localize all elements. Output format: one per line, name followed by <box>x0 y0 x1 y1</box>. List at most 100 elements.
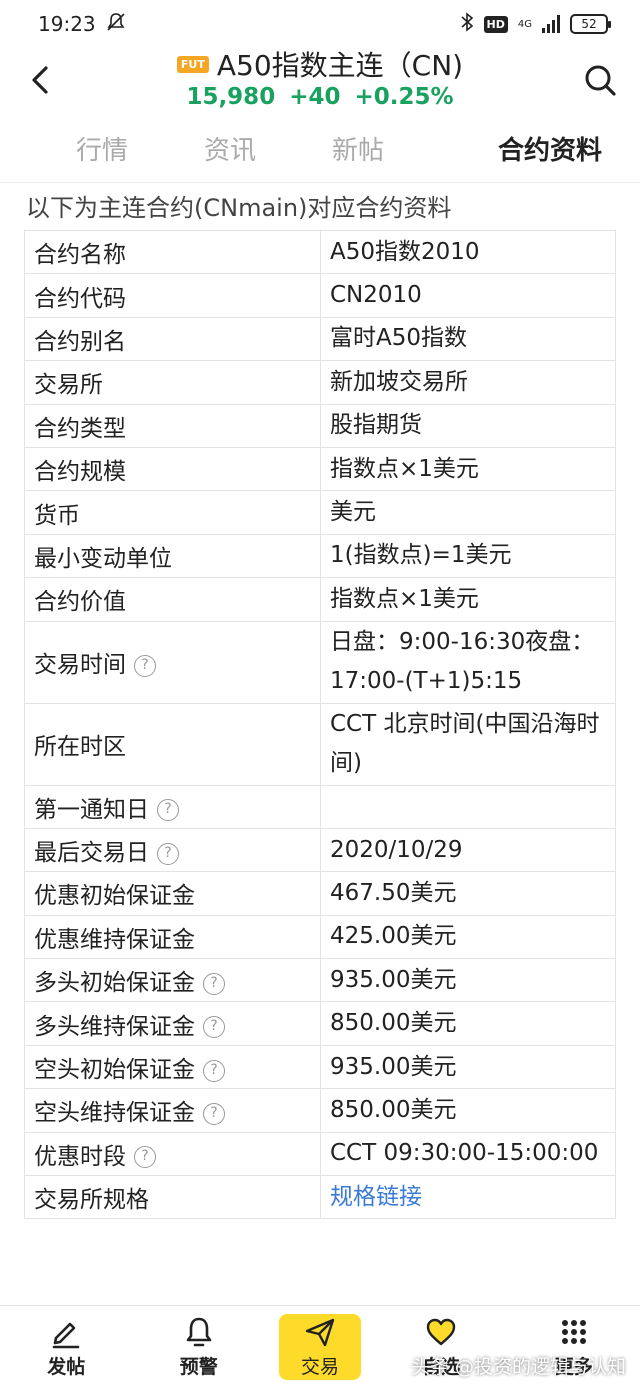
heart-icon <box>427 1318 456 1346</box>
fut-badge: FUT <box>176 55 209 73</box>
row-value: 467.50美元 <box>320 871 616 916</box>
row-key: 空头初始保证金 <box>34 1057 195 1084</box>
row-key: 合约类型 <box>24 403 321 448</box>
row-value: 指数点×1美元 <box>320 577 616 622</box>
header: FUT A50指数主连（CN) 15,980 +40 +0.25% <box>0 44 640 120</box>
table-row: 合约代码 CN2010 <box>24 273 616 318</box>
bell-icon <box>186 1317 212 1347</box>
battery-icon: 52 <box>570 14 611 34</box>
row-key-cell: 第一通知日? <box>24 784 321 829</box>
battery-level: 52 <box>581 17 597 31</box>
pen-icon <box>52 1322 80 1349</box>
row-key: 合约规模 <box>24 446 321 492</box>
table-row: 所在时区 CCT 北京时间(中国沿海时间) <box>24 702 616 786</box>
table-row: 多头初始保证金? 935.00美元 <box>24 958 616 1003</box>
row-key-cell: 最后交易日? <box>24 827 321 873</box>
tab-bar: 行情 资讯 新帖 合约资料 <box>0 126 640 176</box>
table-row: 最后交易日? 2020/10/29 <box>24 827 616 873</box>
help-icon[interactable]: ? <box>203 972 225 995</box>
row-value: 935.00美元 <box>320 1044 616 1090</box>
help-icon[interactable]: ? <box>157 842 179 865</box>
row-value: 新加坡交易所 <box>320 360 616 405</box>
tab-posts[interactable]: 新帖 <box>256 126 460 176</box>
row-value: 935.00美元 <box>320 958 616 1003</box>
table-row: 最小变动单位 1(指数点)=1美元 <box>24 533 616 579</box>
table-row: 交易所 新加坡交易所 <box>24 360 616 405</box>
tab-market[interactable]: 行情 <box>0 126 204 176</box>
help-icon[interactable]: ? <box>203 1102 225 1125</box>
row-value: CCT 北京时间(中国沿海时间) <box>320 702 616 786</box>
table-row: 优惠维持保证金 425.00美元 <box>24 914 616 960</box>
row-value: 日盘：9:00-16:30夜盘：17:00-(T+1)5:15 <box>320 620 616 704</box>
table-row: 优惠初始保证金 467.50美元 <box>24 871 616 916</box>
row-value: 425.00美元 <box>320 914 616 960</box>
table-row: 优惠时段? CCT 09:30:00-15:00:00 <box>24 1131 616 1177</box>
nav-label: 交易 <box>300 1356 339 1378</box>
row-key: 合约名称 <box>24 229 321 275</box>
row-value: CCT 09:30:00-15:00:00 <box>320 1131 616 1177</box>
row-value <box>320 784 616 829</box>
mute-icon <box>106 12 126 37</box>
row-key: 合约代码 <box>24 273 321 318</box>
row-value: 股指期货 <box>320 403 616 448</box>
nav-label: 发帖 <box>47 1356 86 1378</box>
tab-divider <box>0 182 640 183</box>
search-icon <box>585 65 616 96</box>
row-key-cell: 多头初始保证金? <box>24 958 321 1003</box>
status-time: 19:23 <box>38 12 96 36</box>
row-key-cell: 空头初始保证金? <box>24 1044 321 1090</box>
row-key: 多头维持保证金 <box>34 1013 195 1040</box>
search-button[interactable] <box>582 62 618 98</box>
row-key: 空头维持保证金 <box>34 1100 195 1127</box>
grid-icon <box>561 1320 586 1344</box>
row-key: 交易所 <box>24 360 321 405</box>
status-bar: 19:23 HD 4G 52 <box>0 0 640 48</box>
page-title: A50指数主连（CN) <box>216 49 464 82</box>
signal-icon <box>542 15 560 33</box>
contract-info-table: 合约名称 A50指数2010 合约代码 CN2010 合约别名 富时A50指数 交易所… <box>24 229 616 1220</box>
help-icon[interactable]: ? <box>134 654 156 677</box>
table-row: 交易所规格 规格链接 <box>24 1175 616 1220</box>
table-row: 合约别名 富时A50指数 <box>24 316 616 362</box>
last-price: 15,980 <box>186 84 276 110</box>
price-change: +40 <box>289 84 341 110</box>
help-icon[interactable]: ? <box>134 1146 156 1169</box>
nav-post[interactable]: 发帖 <box>0 1306 133 1387</box>
row-value: 850.00美元 <box>320 1001 616 1046</box>
row-value: 指数点×1美元 <box>320 446 616 492</box>
row-key-cell: 交易时间? <box>24 620 321 704</box>
help-icon[interactable]: ? <box>203 1016 225 1039</box>
table-row: 货币 美元 <box>24 490 616 535</box>
row-key: 优惠初始保证金 <box>24 871 321 916</box>
help-icon[interactable]: ? <box>203 1059 225 1082</box>
help-icon[interactable]: ? <box>157 799 179 822</box>
table-row: 多头维持保证金? 850.00美元 <box>24 1001 616 1046</box>
price-change-pct: +0.25% <box>354 84 454 110</box>
row-key-cell: 优惠时段? <box>24 1131 321 1177</box>
quote-row: 15,980 +40 +0.25% <box>0 84 640 110</box>
row-value: 850.00美元 <box>320 1088 616 1133</box>
hd-badge: HD <box>483 15 508 33</box>
title-row: FUT A50指数主连（CN) <box>0 44 640 84</box>
row-key-cell: 空头维持保证金? <box>24 1088 321 1133</box>
row-value: 富时A50指数 <box>320 316 616 362</box>
bluetooth-icon <box>460 12 474 36</box>
tab-news[interactable]: 资讯 <box>204 126 256 176</box>
row-value: A50指数2010 <box>320 229 616 275</box>
row-key: 最后交易日 <box>34 840 149 867</box>
row-key: 交易时间 <box>34 652 126 679</box>
spec-link[interactable]: 规格链接 <box>330 1184 422 1210</box>
table-row: 空头维持保证金? 850.00美元 <box>24 1088 616 1133</box>
table-row: 合约类型 股指期货 <box>24 403 616 448</box>
tab-contract-info[interactable]: 合约资料 <box>460 126 640 176</box>
row-key: 最小变动单位 <box>24 533 321 579</box>
table-row: 合约规模 指数点×1美元 <box>24 446 616 492</box>
table-row: 空头初始保证金? 935.00美元 <box>24 1044 616 1090</box>
row-value: 美元 <box>320 490 616 535</box>
nav-trade[interactable]: 交易 <box>279 1313 361 1380</box>
row-value: CN2010 <box>320 273 616 318</box>
table-row: 交易时间? 日盘：9:00-16:30夜盘：17:00-(T+1)5:15 <box>24 620 616 704</box>
row-key: 所在时区 <box>24 702 321 786</box>
row-key: 货币 <box>24 490 321 535</box>
nav-alert[interactable]: 预警 <box>133 1306 266 1387</box>
